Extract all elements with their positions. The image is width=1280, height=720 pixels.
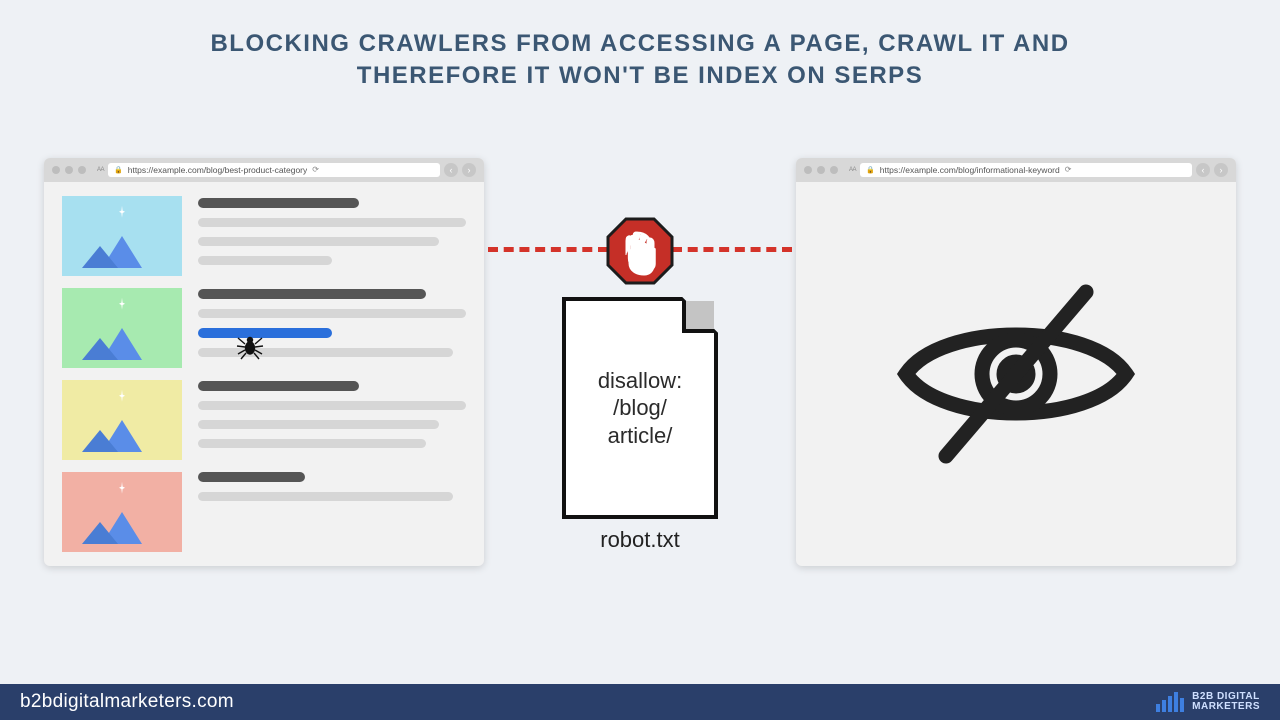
thumbnail xyxy=(62,288,182,368)
text-placeholder xyxy=(198,256,332,265)
window-dot xyxy=(52,166,60,174)
blocked-page-content xyxy=(796,182,1236,566)
brand-bars-icon xyxy=(1156,692,1184,712)
heading-placeholder xyxy=(198,198,359,208)
brand-text: B2B DIGITAL MARKETERS xyxy=(1192,692,1260,713)
thumbnail xyxy=(62,380,182,460)
text-size-icon: AA xyxy=(849,167,856,173)
thumbnail xyxy=(62,196,182,276)
url-text: https://example.com/blog/best-product-ca… xyxy=(128,165,308,175)
brand-line-2: MARKETERS xyxy=(1192,702,1260,713)
footer-site-url: b2bdigitalmarketers.com xyxy=(20,691,234,713)
browser-chrome: AA 🔒 https://example.com/blog/informatio… xyxy=(796,158,1236,182)
window-dot xyxy=(817,166,825,174)
reload-icon[interactable]: ⟳ xyxy=(312,165,319,174)
title-line-1: BLOCKING CRAWLERS FROM ACCESSING A PAGE,… xyxy=(40,28,1240,60)
lock-icon: 🔒 xyxy=(114,166,123,174)
window-dot xyxy=(65,166,73,174)
page-content xyxy=(44,182,484,566)
mountain-icon xyxy=(82,504,162,544)
text-placeholder xyxy=(198,237,439,246)
forward-button[interactable]: › xyxy=(462,163,476,177)
footer-brand: B2B DIGITAL MARKETERS xyxy=(1156,692,1260,713)
thumbnail-column xyxy=(62,196,182,552)
text-placeholder xyxy=(198,420,439,429)
heading-placeholder xyxy=(198,289,426,299)
mountain-icon xyxy=(82,320,162,360)
diagram-title: BLOCKING CRAWLERS FROM ACCESSING A PAGE,… xyxy=(0,0,1280,93)
heading-placeholder xyxy=(198,381,359,391)
disallow-rule-line: disallow: xyxy=(598,367,682,395)
sparkle-icon xyxy=(119,390,125,402)
sparkle-icon xyxy=(119,206,125,218)
address-bar[interactable]: 🔒 https://example.com/blog/informational… xyxy=(860,163,1192,177)
link-placeholder xyxy=(198,328,332,338)
mountain-icon xyxy=(82,228,162,268)
file-name: robot.txt xyxy=(562,527,718,553)
window-dot xyxy=(78,166,86,174)
text-placeholder xyxy=(198,309,466,318)
hidden-eye-icon xyxy=(886,274,1146,474)
text-size-icon: AA xyxy=(97,167,104,173)
text-lines xyxy=(198,196,466,552)
diagram-canvas: AA 🔒 https://example.com/blog/best-produ… xyxy=(0,93,1280,673)
window-dot xyxy=(830,166,838,174)
thumbnail xyxy=(62,472,182,552)
connector-line xyxy=(672,247,792,252)
text-placeholder xyxy=(198,401,466,410)
browser-blocked: AA 🔒 https://example.com/blog/informatio… xyxy=(796,158,1236,566)
sparkle-icon xyxy=(119,298,125,310)
forward-button[interactable]: › xyxy=(1214,163,1228,177)
text-placeholder xyxy=(198,218,466,227)
spider-icon xyxy=(236,334,264,365)
footer-bar: b2bdigitalmarketers.com B2B DIGITAL MARK… xyxy=(0,684,1280,720)
sparkle-icon xyxy=(119,482,125,494)
mountain-icon xyxy=(82,412,162,452)
back-button[interactable]: ‹ xyxy=(1196,163,1210,177)
robots-txt-file: disallow: /blog/ article/ robot.txt xyxy=(562,297,718,553)
disallow-rule-line: /blog/ xyxy=(598,394,682,422)
stop-icon xyxy=(604,215,676,292)
connector-line xyxy=(488,247,608,252)
address-bar[interactable]: 🔒 https://example.com/blog/best-product-… xyxy=(108,163,440,177)
file-icon: disallow: /blog/ article/ xyxy=(562,297,718,519)
reload-icon[interactable]: ⟳ xyxy=(1065,165,1072,174)
file-contents: disallow: /blog/ article/ xyxy=(598,367,682,450)
lock-icon: 🔒 xyxy=(866,166,875,174)
browser-chrome: AA 🔒 https://example.com/blog/best-produ… xyxy=(44,158,484,182)
title-line-2: THEREFORE IT WON'T BE INDEX ON SERPS xyxy=(40,60,1240,92)
window-dot xyxy=(804,166,812,174)
text-placeholder xyxy=(198,492,453,501)
url-text: https://example.com/blog/informational-k… xyxy=(880,165,1060,175)
text-placeholder xyxy=(198,439,426,448)
browser-crawlable: AA 🔒 https://example.com/blog/best-produ… xyxy=(44,158,484,566)
heading-placeholder xyxy=(198,472,305,482)
back-button[interactable]: ‹ xyxy=(444,163,458,177)
disallow-rule-line: article/ xyxy=(598,422,682,450)
